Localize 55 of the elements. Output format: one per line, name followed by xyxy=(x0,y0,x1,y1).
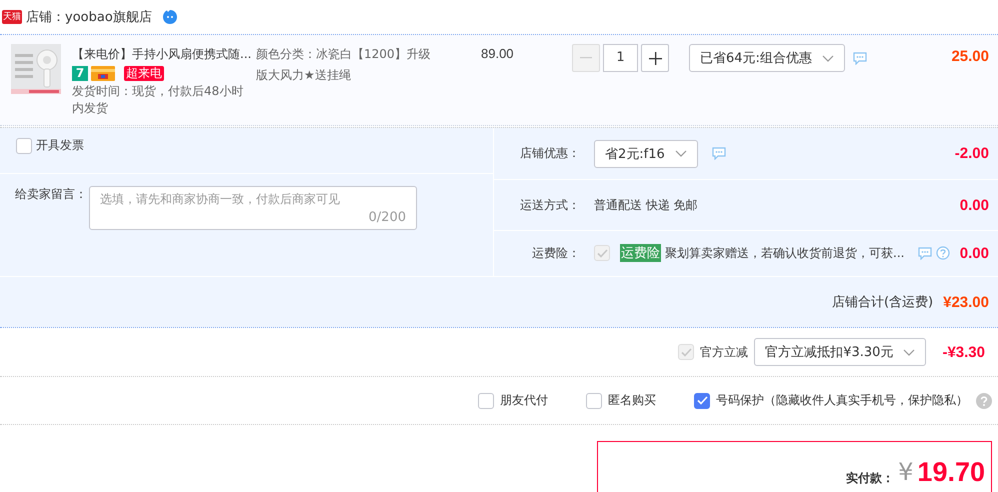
check-icon xyxy=(696,396,708,405)
caret-icon xyxy=(822,54,834,62)
field-label: 店铺优惠： xyxy=(519,145,580,162)
product-title[interactable]: 【来电价】手持小风扇便携式随... xyxy=(72,46,254,63)
field-label: 运费险： xyxy=(531,244,580,262)
checkbox-label: 开具发票 xyxy=(36,137,84,154)
increase-button[interactable] xyxy=(641,44,669,72)
payment-total: 19.70 xyxy=(917,458,985,486)
checkbox[interactable] xyxy=(694,392,710,408)
insurance-amount: 0.00 xyxy=(960,244,989,262)
character-counter: 0/200 xyxy=(368,210,406,225)
item-subtotal: 25.00 xyxy=(950,47,989,65)
field-label: 运送方式： xyxy=(519,196,580,214)
minus-icon xyxy=(580,57,592,59)
message-icon[interactable] xyxy=(712,147,726,160)
plus-icon xyxy=(648,52,662,64)
promo-dropdown[interactable]: 已省64元:组合优惠 xyxy=(689,44,845,72)
checkbox-label: 匿名购买 xyxy=(608,392,656,409)
chat-icon[interactable] xyxy=(162,9,178,25)
check-icon xyxy=(596,248,608,258)
insurance-tag: 运费险 xyxy=(620,244,661,262)
shipping-amount: 0.00 xyxy=(960,196,989,214)
checkbox-label: 官方立减 xyxy=(700,344,748,360)
store-total-label: 店铺合计(含运费) xyxy=(832,294,934,311)
checkbox[interactable] xyxy=(478,392,494,408)
store-total: ¥23.00 xyxy=(943,294,989,310)
product-spec: 颜色分类：冰瓷白【1200】升级版大风力★送挂绳 xyxy=(256,46,432,84)
payment-label: 实付款： xyxy=(846,470,894,487)
checkbox-label: 朋友代付 xyxy=(500,392,548,409)
caret-icon xyxy=(674,150,687,157)
check-icon xyxy=(680,348,692,356)
discount-dropdown[interactable]: 省2元:f16 xyxy=(594,140,698,168)
message-icon[interactable] xyxy=(852,52,867,64)
quantity-field[interactable]: 1 xyxy=(603,44,638,72)
store-name[interactable]: 店铺：yoobao旗舰店 xyxy=(26,8,152,26)
caret-icon xyxy=(903,348,916,356)
currency-symbol: ¥ xyxy=(898,458,914,486)
help-icon[interactable] xyxy=(936,246,950,260)
field-label: 给卖家留言： xyxy=(15,186,87,203)
store-logo: 天猫 xyxy=(2,10,22,24)
badge: 7 xyxy=(72,66,88,80)
checkbox-label: 号码保护（隐藏收件人真实手机号，保护隐私） xyxy=(716,392,968,409)
message-icon[interactable] xyxy=(918,246,932,260)
discount-amount: -2.00 xyxy=(954,145,989,162)
promo-badge: 超来电 xyxy=(124,66,164,80)
message-field[interactable]: 选填，请先和商家协商一致，付款后商家可见 xyxy=(100,192,406,206)
shipping-time: 发货时间：现货，付款后48小时内发货 xyxy=(72,83,244,117)
unit-price: 89.00 xyxy=(481,45,515,61)
insurance-text: 聚划算卖家赠送，若确认收货前退货，可获... xyxy=(665,244,904,262)
discount-amount: -¥3.30 xyxy=(942,344,985,360)
checkbox[interactable] xyxy=(586,392,602,408)
help-icon[interactable] xyxy=(976,392,992,408)
delivery-method: 普通配送 快递 免邮 xyxy=(594,196,698,214)
checkbox[interactable] xyxy=(16,138,32,154)
card-icon xyxy=(91,66,115,80)
